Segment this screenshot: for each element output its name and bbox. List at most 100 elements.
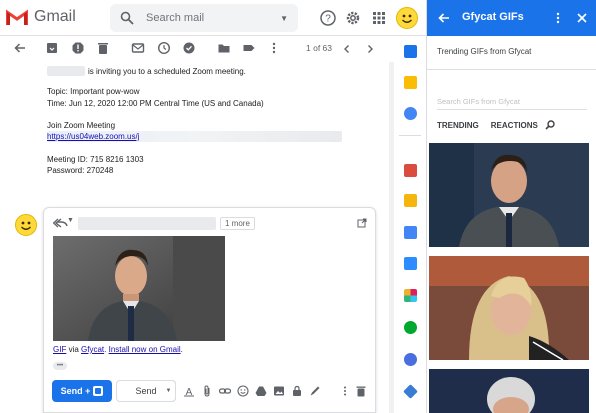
discard-draft-trash-icon[interactable] <box>355 385 367 397</box>
meeting-password: Password: 270248 <box>47 166 114 175</box>
gif-search-icon[interactable] <box>545 120 555 130</box>
apps-grid-icon[interactable] <box>370 9 388 27</box>
docs-addon-icon[interactable] <box>404 226 417 239</box>
gif-search-input[interactable]: Search GIFs from Gfycat <box>437 97 587 110</box>
move-to-folder-icon[interactable] <box>217 41 231 55</box>
meeting-time: Time: Jun 12, 2020 12:00 PM Central Time… <box>47 99 264 108</box>
gmail-m-icon <box>6 8 28 25</box>
smiley-face-icon <box>21 221 31 230</box>
zoom-join-link[interactable]: https://us04web.zoom.us/j <box>47 132 140 141</box>
settings-gear-icon[interactable] <box>344 9 362 27</box>
more-vert-icon[interactable] <box>552 12 564 24</box>
reply-type-caret-icon[interactable]: ▼ <box>67 217 74 224</box>
inserted-gif-image <box>53 236 225 341</box>
send-button[interactable]: Send + <box>52 380 112 402</box>
confidential-mode-icon[interactable] <box>291 385 303 397</box>
insert-emoji-icon[interactable] <box>237 385 249 397</box>
google-drive-icon[interactable] <box>255 385 267 397</box>
gfycat-panel-header: Gfycat GIFs <box>427 0 596 36</box>
meeting-id: Meeting ID: 715 8216 1303 <box>47 155 144 164</box>
meeting-topic: Topic: Important pow-wow <box>47 87 140 96</box>
delete-trash-icon[interactable] <box>96 41 110 55</box>
gif-man-portrait-thumb <box>429 143 589 247</box>
send-addon-icon[interactable] <box>403 384 418 399</box>
attribution-via-text: via <box>66 345 82 354</box>
attach-file-icon[interactable] <box>201 385 213 397</box>
gif-link[interactable]: GIF <box>53 345 66 354</box>
tab-reactions[interactable]: REACTIONS <box>491 121 538 130</box>
gif-man-portrait <box>53 236 225 341</box>
more-vert-icon[interactable] <box>267 41 281 55</box>
attribution-end: . <box>180 345 183 354</box>
gif-man-grey-hair-thumb <box>429 369 589 413</box>
pop-out-icon[interactable] <box>357 218 367 228</box>
label-tag-icon[interactable] <box>242 41 256 55</box>
gfycat-panel-title: Gfycat GIFs <box>462 11 524 23</box>
mark-unread-icon[interactable] <box>131 41 145 55</box>
gif-attribution: GIF via Gfycat. Install now on Gmail. <box>53 345 183 354</box>
snooze-clock-icon[interactable] <box>157 41 171 55</box>
svg-text:?: ? <box>325 14 331 25</box>
gmail-logo-text: Gmail <box>34 8 76 25</box>
send-plus-icon <box>93 386 104 396</box>
calendar-icon[interactable] <box>404 45 417 58</box>
gmail-logo[interactable]: Gmail <box>6 8 76 26</box>
gif-result-2[interactable] <box>429 256 589 360</box>
report-spam-icon[interactable] <box>71 41 85 55</box>
back-arrow-icon[interactable] <box>437 11 451 25</box>
pagination-count: 1 of 63 <box>306 43 332 53</box>
join-label: Join Zoom Meeting <box>47 121 116 130</box>
insert-photo-icon[interactable] <box>273 385 285 397</box>
newer-chevron-left-icon[interactable] <box>340 42 354 56</box>
people-addon-icon[interactable] <box>404 353 417 366</box>
send-secondary-label: Send <box>135 386 157 396</box>
back-arrow-icon[interactable] <box>13 41 27 55</box>
top-bar: Gmail Search mail ▼ ? <box>0 0 426 36</box>
gfycat-panel-subtitle: Trending GIFs from Gfycat <box>437 47 532 56</box>
insert-signature-icon[interactable] <box>309 385 321 397</box>
download-addon-icon[interactable] <box>404 194 417 207</box>
more-recipients-badge[interactable]: 1 more <box>220 217 255 230</box>
search-bar[interactable]: Search mail ▼ <box>110 4 298 32</box>
addons-sidebar <box>395 36 425 413</box>
account-avatar[interactable] <box>396 7 418 29</box>
message-toolbar: 1 of 63 <box>0 36 394 62</box>
close-icon[interactable] <box>576 12 588 24</box>
invite-text: is inviting you to a scheduled Zoom meet… <box>88 67 246 76</box>
panel-divider <box>427 69 596 70</box>
sender-avatar <box>15 214 37 236</box>
search-options-icon[interactable]: ▼ <box>280 14 288 23</box>
search-icon[interactable] <box>120 11 134 25</box>
gif-result-3[interactable] <box>429 369 589 413</box>
search-input[interactable]: Search mail <box>146 12 280 24</box>
more-options-icon[interactable] <box>339 385 351 397</box>
todoist-icon[interactable] <box>404 164 417 177</box>
mail-scrollbar[interactable] <box>389 62 394 413</box>
evernote-icon[interactable] <box>404 321 417 334</box>
gfycat-panel: Gfycat GIFs Trending GIFs from Gfycat Se… <box>426 0 596 413</box>
gif-result-1[interactable] <box>429 143 589 247</box>
tab-trending[interactable]: TRENDING <box>437 121 479 130</box>
gfycat-link[interactable]: Gfycat <box>81 345 104 354</box>
gif-woman-portrait-thumb <box>429 256 589 360</box>
addons-divider <box>399 135 421 136</box>
smiley-face-icon <box>402 14 412 23</box>
redacted-recipient <box>78 217 216 230</box>
archive-icon[interactable] <box>45 41 59 55</box>
install-gmail-link[interactable]: Install now on Gmail <box>109 345 181 354</box>
send-options-caret-icon[interactable]: ▼ <box>162 380 176 402</box>
reply-compose-box[interactable]: ▼ 1 more GIF via Gfycat. Install now on … <box>43 207 376 413</box>
zoom-icon[interactable] <box>404 257 417 270</box>
show-trimmed-content-button[interactable]: ••• <box>53 362 67 370</box>
gif-tabs: TRENDING REACTIONS <box>437 121 538 130</box>
help-icon[interactable]: ? <box>319 9 337 27</box>
tasks-icon[interactable] <box>404 107 417 120</box>
redacted-sender <box>47 66 85 76</box>
insert-link-icon[interactable] <box>219 385 231 397</box>
slack-icon[interactable] <box>404 289 417 302</box>
older-chevron-right-icon[interactable] <box>363 42 377 56</box>
keep-icon[interactable] <box>404 76 417 89</box>
add-to-tasks-icon[interactable] <box>182 41 196 55</box>
formatting-text-icon[interactable]: A <box>183 385 195 397</box>
send-button-label: Send + <box>60 386 91 396</box>
